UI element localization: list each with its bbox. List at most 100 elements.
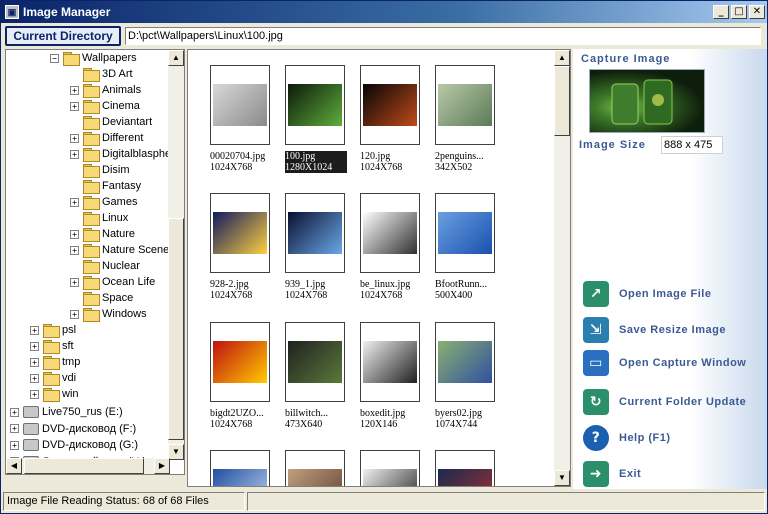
- thumbnail-frame[interactable]: [360, 65, 420, 145]
- open-file-button[interactable]: ↗ Open Image File: [583, 280, 711, 308]
- expand-icon[interactable]: +: [70, 309, 79, 319]
- thumbnail-frame[interactable]: [210, 193, 270, 273]
- thumbnail-dimensions: 1074X744: [435, 419, 478, 430]
- thumbnail-item[interactable]: bigdt2UZO... 1024X768: [208, 322, 272, 430]
- thumbnail-frame[interactable]: [285, 193, 345, 273]
- gallery-scroll-thumb[interactable]: [554, 66, 570, 136]
- tree-item[interactable]: + Nature: [70, 226, 135, 242]
- tree-item[interactable]: Space: [70, 290, 133, 306]
- thumbnail-frame[interactable]: [285, 450, 345, 486]
- tree-item[interactable]: 3D Art: [70, 66, 133, 82]
- tree-item[interactable]: − Wallpapers: [50, 50, 137, 66]
- tree-item[interactable]: + vdi: [30, 370, 76, 386]
- tree-horizontal-scrollbar[interactable]: ◀ ▶: [6, 458, 170, 474]
- tree-item[interactable]: + Different: [70, 130, 143, 146]
- thumbnail-item[interactable]: [283, 450, 347, 486]
- expand-icon[interactable]: +: [10, 440, 19, 450]
- tree-item[interactable]: Nuclear: [70, 258, 140, 274]
- tree-item[interactable]: + sft: [30, 338, 74, 354]
- tree-item[interactable]: + DVD-дисковод (F:): [10, 421, 136, 437]
- folder-update-button[interactable]: ↻ Current Folder Update: [583, 388, 746, 416]
- current-directory-button[interactable]: Current Directory: [5, 26, 121, 46]
- tree-item[interactable]: + Live750_rus (E:): [10, 404, 123, 420]
- close-button[interactable]: ✕: [749, 5, 765, 19]
- thumbnail-frame[interactable]: [435, 450, 495, 486]
- expand-icon[interactable]: +: [30, 341, 39, 351]
- scroll-up-icon[interactable]: ▲: [554, 50, 570, 66]
- thumbnail-frame[interactable]: [210, 322, 270, 402]
- thumbnail-frame[interactable]: [360, 322, 420, 402]
- scroll-up-icon[interactable]: ▲: [168, 50, 184, 66]
- thumbnail-item[interactable]: be_linux.jpg 1024X768: [358, 193, 422, 301]
- tree-item[interactable]: + Nature Scene: [70, 242, 169, 258]
- expand-icon[interactable]: +: [30, 357, 39, 367]
- thumbnail-frame[interactable]: [210, 450, 270, 486]
- thumbnail-item[interactable]: 120.jpg 1024X768: [358, 65, 422, 173]
- tree-item[interactable]: + DVD-дисковод (G:): [10, 437, 138, 453]
- expand-icon[interactable]: +: [70, 133, 79, 143]
- thumbnail-item[interactable]: byers02.jpg 1074X744: [433, 322, 497, 430]
- expand-icon[interactable]: +: [30, 389, 39, 399]
- tree-item[interactable]: + Games: [70, 194, 137, 210]
- tree-vertical-scrollbar[interactable]: ▲ ▼: [168, 50, 184, 460]
- tree-item[interactable]: + Ocean Life: [70, 274, 155, 290]
- expand-icon[interactable]: +: [70, 229, 79, 239]
- thumbnail-frame[interactable]: [435, 322, 495, 402]
- thumbnail-item[interactable]: 2penguins... 342X502: [433, 65, 497, 173]
- thumbnail-item[interactable]: [358, 450, 422, 486]
- thumbnail-item[interactable]: 100.jpg 1280X1024: [283, 65, 347, 173]
- tree-item[interactable]: + Cinema: [70, 98, 140, 114]
- scroll-down-icon[interactable]: ▼: [554, 470, 570, 486]
- thumbnail-item[interactable]: [433, 450, 497, 486]
- tree-hscroll-thumb[interactable]: [24, 458, 144, 474]
- tree-item[interactable]: + Animals: [70, 82, 141, 98]
- tree-item[interactable]: + tmp: [30, 354, 80, 370]
- path-field[interactable]: D:\pct\Wallpapers\Linux\100.jpg: [125, 27, 761, 45]
- capture-window-button[interactable]: ▭ Open Capture Window: [583, 349, 746, 377]
- thumbnail-item[interactable]: boxedit.jpg 120X146: [358, 322, 422, 430]
- thumbnail-frame[interactable]: [360, 193, 420, 273]
- thumbnail-frame[interactable]: [360, 450, 420, 486]
- tree-item[interactable]: Deviantart: [70, 114, 152, 130]
- thumbnail-item[interactable]: [208, 450, 272, 486]
- maximize-button[interactable]: □: [731, 5, 747, 19]
- scroll-right-icon[interactable]: ▶: [154, 458, 170, 474]
- scroll-down-icon[interactable]: ▼: [168, 444, 184, 460]
- collapse-icon[interactable]: −: [50, 53, 59, 63]
- help-button[interactable]: ? Help (F1): [583, 424, 671, 452]
- tree-item[interactable]: Fantasy: [70, 178, 141, 194]
- thumbnail-item[interactable]: 928-2.jpg 1024X768: [208, 193, 272, 301]
- minimize-button[interactable]: _: [713, 5, 729, 19]
- tree-item[interactable]: + Digitalblasphe: [70, 146, 170, 162]
- thumbnail-frame[interactable]: [285, 322, 345, 402]
- thumbnail-item[interactable]: 939_1.jpg 1024X768: [283, 193, 347, 301]
- expand-icon[interactable]: +: [70, 197, 79, 207]
- expand-icon[interactable]: +: [30, 325, 39, 335]
- expand-icon[interactable]: +: [70, 101, 79, 111]
- expand-icon[interactable]: +: [70, 245, 79, 255]
- expand-icon[interactable]: +: [10, 424, 19, 434]
- expand-icon[interactable]: +: [70, 149, 79, 159]
- title-bar[interactable]: ▣ Image Manager _ □ ✕: [1, 1, 767, 23]
- thumbnail-item[interactable]: BfootRunn... 500X400: [433, 193, 497, 301]
- tree-item[interactable]: Disim: [70, 162, 130, 178]
- tree-item[interactable]: Linux: [70, 210, 128, 226]
- thumbnail-frame[interactable]: [210, 65, 270, 145]
- exit-button[interactable]: ➜ Exit: [583, 460, 641, 488]
- thumbnail-item[interactable]: 00020704.jpg 1024X768: [208, 65, 272, 173]
- tree-item[interactable]: + Windows: [70, 306, 147, 322]
- thumbnail-frame[interactable]: [435, 193, 495, 273]
- tree-item[interactable]: + win: [30, 386, 79, 402]
- tree-item[interactable]: + psl: [30, 322, 76, 338]
- expand-icon[interactable]: +: [70, 277, 79, 287]
- gallery-vertical-scrollbar[interactable]: ▲ ▼: [554, 50, 570, 486]
- save-resize-button[interactable]: ⇲ Save Resize Image: [583, 316, 726, 344]
- expand-icon[interactable]: +: [70, 85, 79, 95]
- scroll-left-icon[interactable]: ◀: [6, 458, 22, 474]
- tree-scroll-thumb[interactable]: [168, 218, 184, 440]
- thumbnail-item[interactable]: billwitch... 473X640: [283, 322, 347, 430]
- thumbnail-frame[interactable]: [435, 65, 495, 145]
- thumbnail-frame[interactable]: [285, 65, 345, 145]
- expand-icon[interactable]: +: [10, 407, 19, 417]
- expand-icon[interactable]: +: [30, 373, 39, 383]
